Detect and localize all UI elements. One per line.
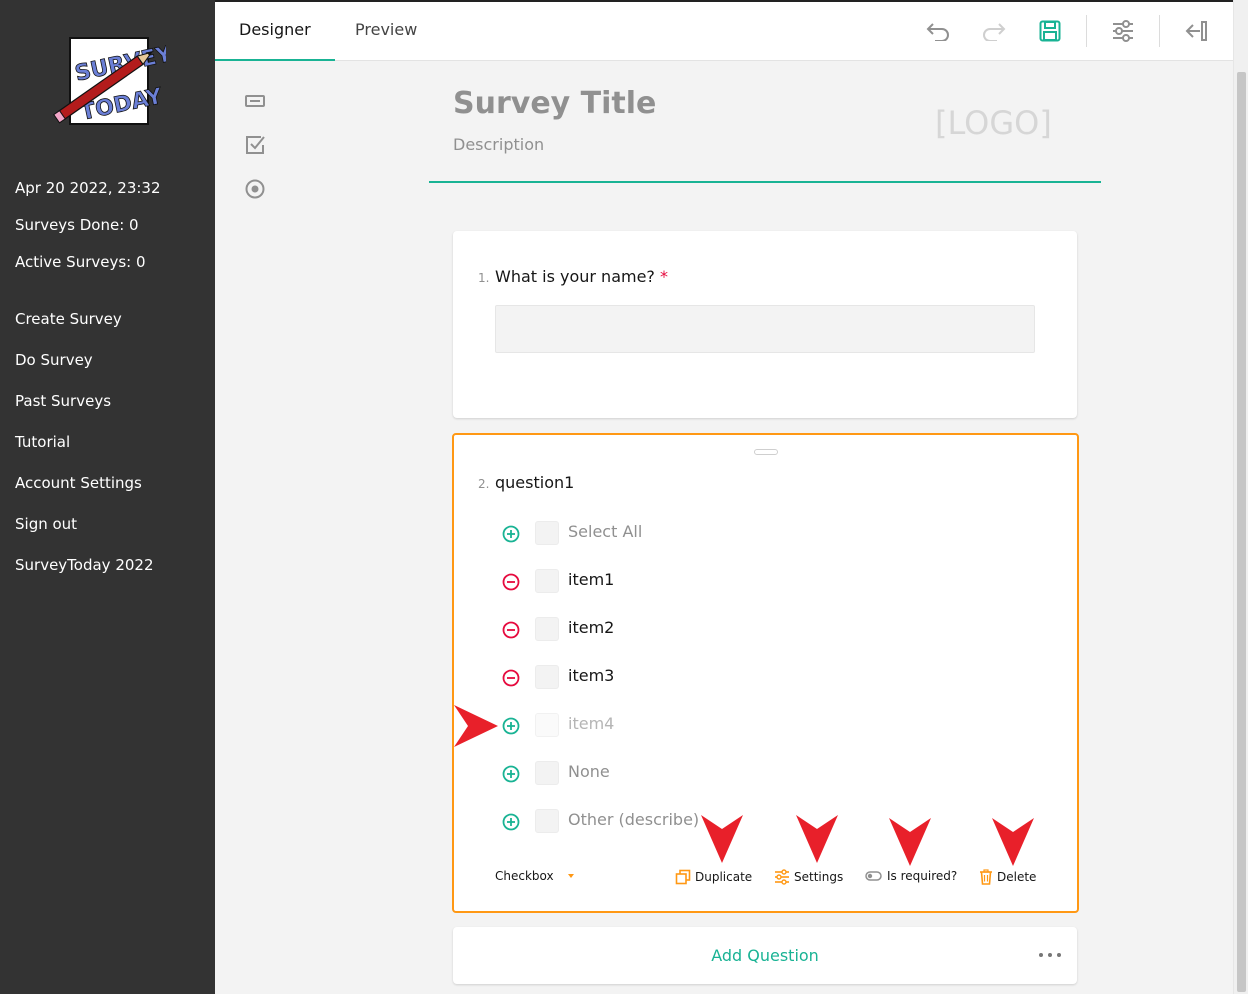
annotation-arrow-icon — [796, 815, 838, 863]
nav-sign-out[interactable]: Sign out — [15, 515, 77, 533]
delete-button[interactable]: Delete — [979, 869, 1036, 885]
choice-checkbox[interactable] — [535, 809, 559, 833]
nav-do-survey[interactable]: Do Survey — [15, 351, 93, 369]
tab-preview[interactable]: Preview — [331, 2, 441, 61]
survey-creator-app: SURVEY TODAY Apr 20 2022, 23:32 Surveys … — [0, 0, 1248, 994]
sidebar: SURVEY TODAY Apr 20 2022, 23:32 Surveys … — [0, 0, 215, 994]
choice-checkbox[interactable] — [535, 761, 559, 785]
add-choice-icon[interactable] — [502, 765, 520, 783]
redo-icon[interactable] — [979, 16, 1009, 46]
choice-other: Other (describe) — [502, 809, 722, 835]
nav-past-surveys[interactable]: Past Surveys — [15, 392, 111, 410]
tab-designer[interactable]: Designer — [215, 2, 335, 61]
settings-sliders-icon[interactable] — [1108, 16, 1138, 46]
settings-button[interactable]: Settings — [774, 869, 843, 885]
active-surveys-count: Active Surveys: 0 — [15, 253, 146, 271]
question-number: 1. — [478, 271, 490, 285]
question-number: 2. — [478, 477, 490, 491]
scrollbar-thumb[interactable] — [1237, 72, 1246, 992]
choice-item3: item3 — [502, 665, 722, 691]
question-type-dropdown[interactable]: Checkbox — [495, 869, 576, 883]
choice-none: None — [502, 761, 722, 787]
is-required-label: Is required? — [887, 869, 958, 883]
choice-label[interactable]: item3 — [568, 666, 614, 685]
add-question-button[interactable]: Add Question — [453, 927, 1077, 985]
add-question-bar: Add Question — [453, 927, 1077, 984]
question-type-label: Checkbox — [495, 869, 554, 883]
settings-icon — [775, 869, 789, 885]
choice-checkbox[interactable] — [535, 617, 559, 641]
choice-label[interactable]: item2 — [568, 618, 614, 637]
annotation-arrow-icon — [701, 815, 743, 863]
annotation-arrow-icon — [454, 705, 498, 747]
remove-choice-icon[interactable] — [502, 573, 520, 591]
choice-label[interactable]: item4 — [568, 714, 614, 733]
choice-checkbox[interactable] — [535, 521, 559, 545]
choice-checkbox[interactable] — [535, 713, 559, 737]
question-title[interactable]: What is your name? * — [495, 267, 668, 286]
radio-icon[interactable] — [242, 176, 268, 202]
more-options-icon[interactable] — [1039, 953, 1061, 959]
app-logo[interactable]: SURVEY TODAY — [48, 34, 176, 130]
designer-topbar: Designer Preview — [215, 0, 1233, 61]
remove-choice-icon[interactable] — [502, 621, 520, 639]
current-datetime: Apr 20 2022, 23:32 — [15, 179, 161, 197]
duplicate-icon — [675, 869, 691, 885]
choice-item1: item1 — [502, 569, 722, 595]
choice-label[interactable]: None — [568, 762, 610, 781]
choice-label[interactable]: Select All — [568, 522, 642, 541]
page-scrollbar[interactable] — [1233, 0, 1248, 994]
save-icon[interactable] — [1035, 16, 1065, 46]
toggle-icon — [865, 871, 882, 881]
duplicate-button[interactable]: Duplicate — [675, 869, 752, 885]
choice-select-all: Select All — [502, 521, 722, 547]
choice-item2: item2 — [502, 617, 722, 643]
add-choice-icon[interactable] — [502, 813, 520, 831]
annotation-arrow-icon — [992, 818, 1034, 866]
survey-description[interactable]: Description — [453, 135, 544, 154]
sidebar-footer: SurveyToday 2022 — [15, 556, 154, 574]
survey-logo-placeholder[interactable]: [LOGO] — [935, 104, 1052, 142]
choice-label[interactable]: item1 — [568, 570, 614, 589]
question-card-1[interactable]: 1. What is your name? * — [453, 231, 1077, 418]
chevron-down-icon — [567, 874, 574, 878]
question-title[interactable]: question1 — [495, 473, 574, 492]
surveys-done-count: Surveys Done: 0 — [15, 216, 139, 234]
survey-title[interactable]: Survey Title — [453, 86, 656, 121]
question-card-2[interactable]: 2. question1 Select All item1 item2 item… — [452, 433, 1079, 913]
choice-label[interactable]: Other (describe) — [568, 810, 699, 829]
duplicate-label: Duplicate — [695, 870, 753, 884]
delete-label: Delete — [997, 870, 1037, 884]
collapse-panel-icon[interactable] — [1181, 16, 1211, 46]
add-choice-icon[interactable] — [502, 525, 520, 543]
single-input-icon[interactable] — [242, 88, 268, 114]
drag-handle[interactable] — [754, 449, 778, 455]
choice-checkbox[interactable] — [535, 665, 559, 689]
settings-label: Settings — [794, 870, 844, 884]
remove-choice-icon[interactable] — [502, 669, 520, 687]
required-mark: * — [660, 267, 669, 286]
undo-icon[interactable] — [923, 16, 953, 46]
question-title-text[interactable]: What is your name? — [495, 267, 655, 286]
trash-icon — [980, 869, 992, 885]
header-divider — [429, 181, 1101, 183]
checkbox-icon[interactable] — [242, 132, 268, 158]
annotation-arrow-icon — [889, 818, 931, 866]
nav-tutorial[interactable]: Tutorial — [15, 433, 70, 451]
name-text-input[interactable] — [495, 305, 1035, 353]
add-choice-icon[interactable] — [502, 717, 520, 735]
choice-checkbox[interactable] — [535, 569, 559, 593]
is-required-toggle[interactable]: Is required? — [865, 869, 957, 883]
nav-account-settings[interactable]: Account Settings — [15, 474, 142, 492]
choice-item4: item4 — [502, 713, 722, 739]
nav-create-survey[interactable]: Create Survey — [15, 310, 122, 328]
